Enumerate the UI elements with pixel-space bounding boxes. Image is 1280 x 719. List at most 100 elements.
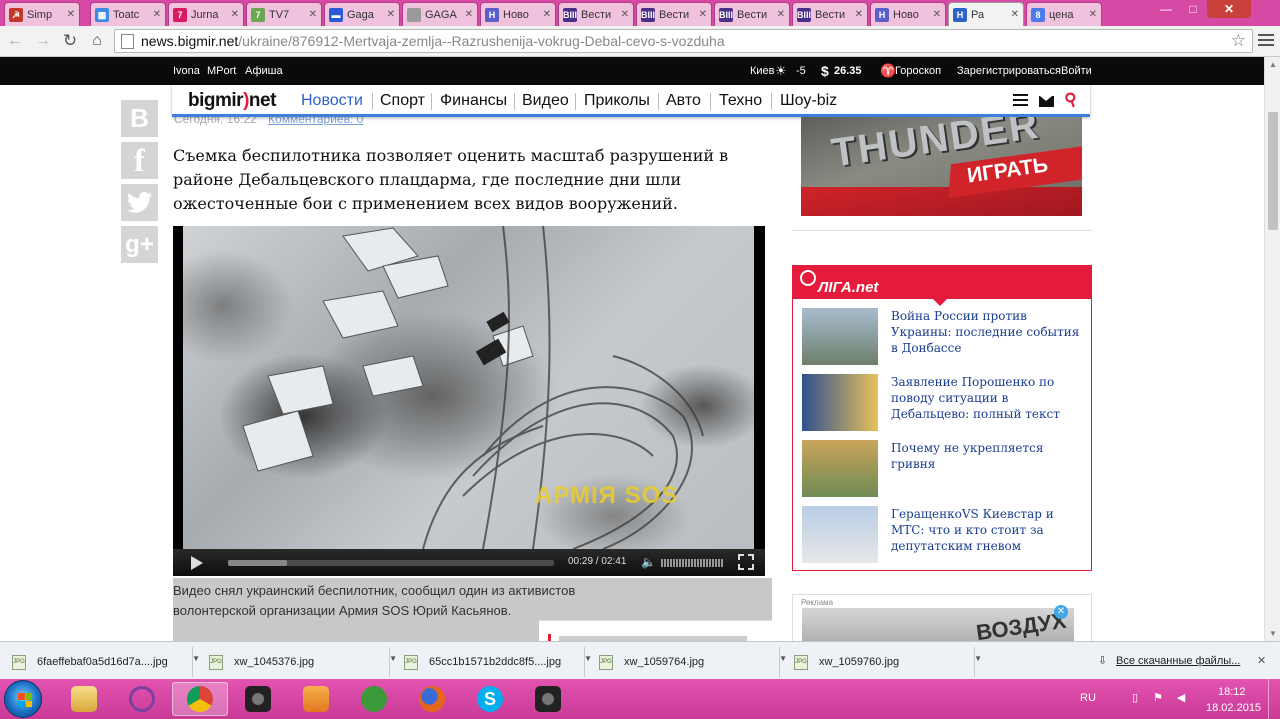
browser-tab[interactable]: 7 Jurna ✕: [168, 2, 244, 26]
scroll-up-icon[interactable]: ▲: [1269, 60, 1277, 69]
show-desktop-button[interactable]: [1268, 679, 1280, 719]
scroll-thumb[interactable]: [1268, 112, 1278, 230]
topbar-link-afisha[interactable]: Афиша: [245, 65, 283, 77]
play-icon[interactable]: [191, 556, 203, 570]
download-item[interactable]: JPG xw_1059760.jpg ▼: [782, 647, 982, 677]
tab-close-icon[interactable]: ✕: [309, 9, 317, 20]
page-scrollbar[interactable]: ▲ ▼: [1264, 57, 1280, 641]
taskbar-camera[interactable]: [230, 682, 286, 716]
tab-close-icon[interactable]: ✕: [777, 9, 785, 20]
mail-icon[interactable]: [1039, 96, 1054, 107]
topbar-link-ivona[interactable]: Ivona: [173, 65, 200, 77]
nav-sport[interactable]: Спорт: [380, 92, 425, 110]
tab-close-icon[interactable]: ✕: [231, 9, 239, 20]
taskbar-utorrent[interactable]: [346, 682, 402, 716]
seek-bar[interactable]: [228, 560, 554, 566]
tab-close-icon[interactable]: ✕: [699, 9, 707, 20]
show-all-downloads-link[interactable]: Все скачанные файлы...: [1116, 655, 1240, 667]
clock-time[interactable]: 18:12: [1218, 686, 1246, 698]
login-link[interactable]: Войти: [1061, 65, 1092, 77]
nav-tech[interactable]: Техно: [719, 92, 762, 110]
browser-tab[interactable]: GAGA ✕: [402, 2, 478, 26]
liga-item-title[interactable]: ГеращенкоVS Киевстар и МТС: что и кто ст…: [891, 506, 1083, 554]
minimize-button[interactable]: —: [1153, 0, 1179, 18]
forward-arrow-icon[interactable]: →: [32, 31, 54, 51]
nav-video[interactable]: Видео: [522, 92, 569, 110]
browser-tab[interactable]: 8 цена ✕: [1026, 2, 1102, 26]
browser-tab[interactable]: Н Ново ✕: [480, 2, 556, 26]
vk-icon[interactable]: В: [121, 100, 158, 137]
browser-tab[interactable]: 7 TV7 ✕: [246, 2, 322, 26]
horoscope-link[interactable]: Гороскоп: [895, 65, 941, 77]
nav-showbiz[interactable]: Шоу-biz: [780, 92, 837, 110]
liga-item-title[interactable]: Война России против Украины: последние с…: [891, 308, 1083, 356]
tab-close-icon[interactable]: ✕: [67, 9, 75, 20]
tray-network-icon[interactable]: ▯: [1128, 692, 1142, 705]
tray-language[interactable]: RU: [1080, 692, 1096, 704]
tab-close-icon[interactable]: ✕: [933, 9, 941, 20]
taskbar-app-2[interactable]: [114, 682, 170, 716]
browser-tab[interactable]: BIII Вести ✕: [636, 2, 712, 26]
taskbar-skype[interactable]: S: [462, 682, 518, 716]
address-bar[interactable]: news.bigmir.net/ukraine/876912-Mertvaja-…: [114, 29, 1253, 53]
browser-tab[interactable]: BIII Вести ✕: [714, 2, 790, 26]
taskbar-camera-2[interactable]: [520, 682, 576, 716]
close-window-button[interactable]: ✕: [1207, 0, 1251, 18]
reload-icon[interactable]: ↻: [59, 31, 81, 51]
browser-tab[interactable]: Н Ра ✕: [948, 2, 1024, 26]
tab-close-icon[interactable]: ✕: [855, 9, 863, 20]
back-arrow-icon[interactable]: ←: [4, 31, 26, 51]
search-icon[interactable]: ⚲: [1062, 88, 1081, 111]
tray-flag-icon[interactable]: ⚑: [1151, 692, 1165, 705]
bookmark-star-icon[interactable]: ☆: [1231, 31, 1246, 51]
video-player[interactable]: АРМІЯ SOS 00:29 / 02:41 🔈: [173, 226, 765, 576]
taskbar-firefox[interactable]: [404, 682, 460, 716]
bottom-ad[interactable]: Реклама ВОЗДУХ ✕: [792, 594, 1092, 641]
browser-tab[interactable]: Н Ново ✕: [870, 2, 946, 26]
twitter-icon[interactable]: [121, 184, 158, 221]
thunder-ad-banner[interactable]: THUNDER ИГРАТЬ: [801, 117, 1082, 216]
maximize-button[interactable]: □: [1180, 0, 1206, 18]
volume-icon[interactable]: 🔈: [641, 555, 656, 569]
taskbar-chrome[interactable]: [172, 682, 228, 716]
facebook-icon[interactable]: f: [121, 142, 158, 179]
download-item[interactable]: JPG 6faeffebaf0a5d16d7a....jpg ▼: [0, 647, 200, 677]
browser-tab[interactable]: ▦ Toatc ✕: [90, 2, 166, 26]
video-frame[interactable]: АРМІЯ SOS: [183, 226, 754, 549]
tab-close-icon[interactable]: ✕: [465, 9, 473, 20]
tray-volume-icon[interactable]: ◀: [1174, 692, 1188, 705]
start-button[interactable]: [4, 680, 42, 718]
close-downloads-icon[interactable]: ✕: [1257, 654, 1266, 667]
home-icon[interactable]: ⌂: [86, 31, 108, 51]
browser-tab[interactable]: ▬ Gaga ✕: [324, 2, 400, 26]
tab-close-icon[interactable]: ✕: [543, 9, 551, 20]
browser-tab[interactable]: BIII Вести ✕: [792, 2, 868, 26]
bigmir-logo[interactable]: bigmir)net: [188, 90, 276, 112]
liga-header[interactable]: ЛІГА.net: [793, 266, 1091, 299]
nav-news[interactable]: Новости: [301, 92, 363, 110]
browser-menu-icon[interactable]: [1258, 34, 1274, 48]
chevron-down-icon[interactable]: ▼: [974, 654, 982, 663]
tab-close-icon[interactable]: ✕: [621, 9, 629, 20]
nav-auto[interactable]: Авто: [666, 92, 701, 110]
fullscreen-icon[interactable]: [738, 554, 754, 570]
menu-icon[interactable]: [1013, 94, 1028, 107]
liga-item-title[interactable]: Почему не укрепляется гривня: [891, 440, 1083, 472]
ad-image[interactable]: ВОЗДУХ: [802, 608, 1074, 641]
tab-close-icon[interactable]: ✕: [387, 9, 395, 20]
register-link[interactable]: Зарегистрироваться: [957, 65, 1061, 77]
clock-date[interactable]: 18.02.2015: [1206, 702, 1261, 714]
weather-city[interactable]: Киев: [750, 65, 775, 77]
currency-rate[interactable]: 26.35: [834, 65, 862, 77]
taskbar-explorer[interactable]: [56, 682, 112, 716]
scroll-down-icon[interactable]: ▼: [1269, 629, 1277, 638]
tab-close-icon[interactable]: ✕: [153, 9, 161, 20]
browser-tab[interactable]: BIII Вести ✕: [558, 2, 634, 26]
taskbar-media-player[interactable]: [288, 682, 344, 716]
ad-close-icon[interactable]: ✕: [1054, 605, 1068, 619]
download-item[interactable]: JPG 65cc1b1571b2ddc8f5....jpg ▼: [392, 647, 592, 677]
liga-item-title[interactable]: Заявление Порошенко по поводу ситуации в…: [891, 374, 1083, 422]
volume-slider[interactable]: [661, 559, 723, 567]
topbar-link-mport[interactable]: MPort: [207, 65, 236, 77]
tab-close-icon[interactable]: ✕: [1089, 9, 1097, 20]
